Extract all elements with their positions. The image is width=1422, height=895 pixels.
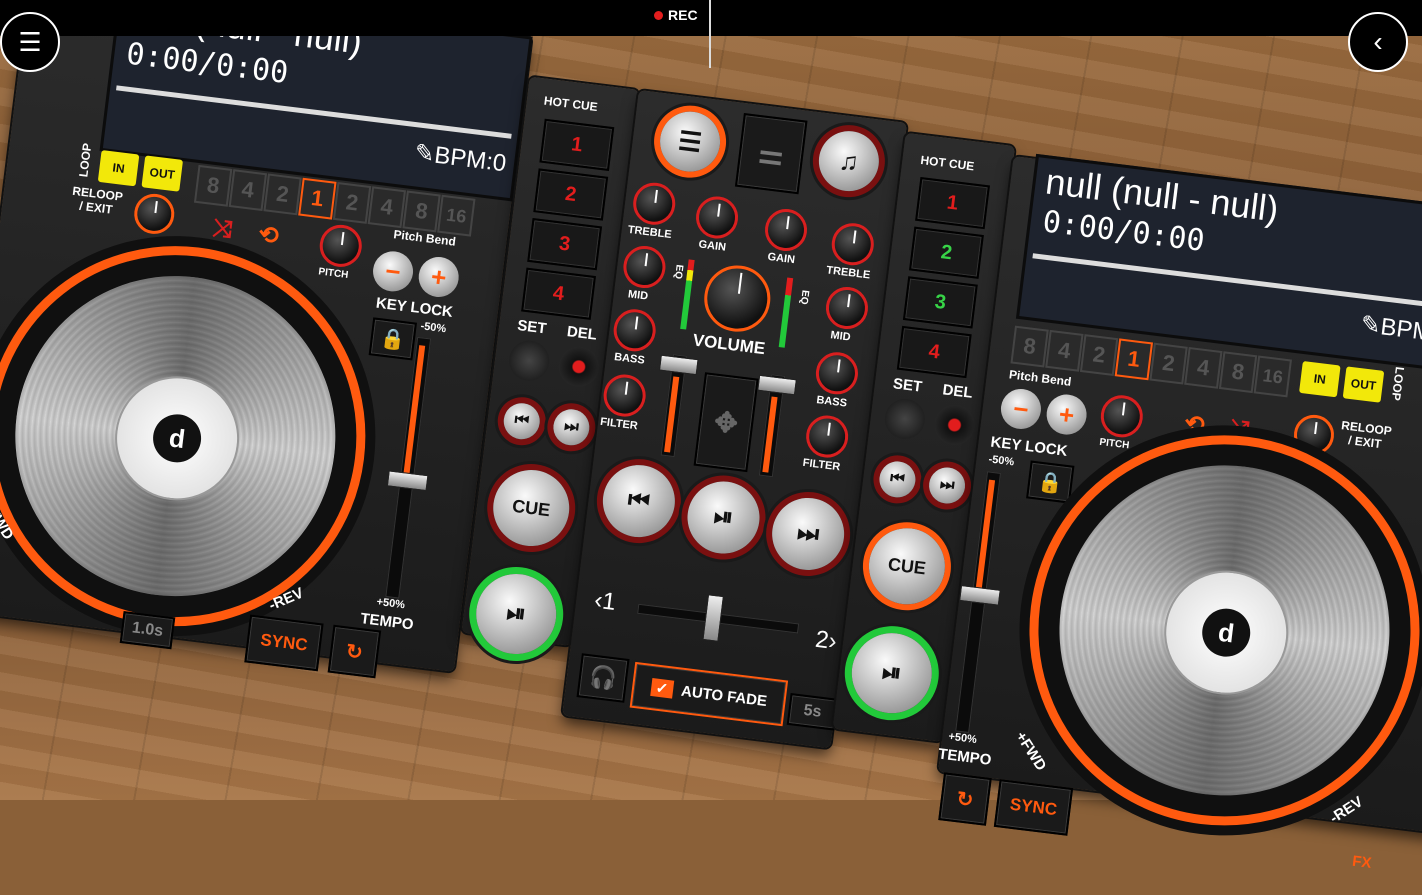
back-button[interactable]: ‹ [1348,12,1408,72]
right-bpm[interactable]: ✎BPM:0 [1359,310,1422,350]
right-hot-cue-1[interactable]: 1 [915,176,990,230]
right-set-label: SET [892,375,924,396]
right-hot-cue-2[interactable]: 2 [909,226,984,279]
left-sync-button[interactable]: SYNC [244,614,324,672]
recording-divider [709,0,711,68]
mixer-settings-button[interactable]: ⚌ [734,112,808,195]
left-time-display[interactable]: 1.0s [119,611,176,650]
app-logo-icon: d [150,411,204,466]
right-loop-size-2a[interactable]: 2 [1079,334,1119,377]
left-loop-size-2b[interactable]: 2 [332,181,372,224]
left-reloop-label: RELOOP / EXIT [71,183,124,217]
left-set-label: SET [516,317,548,338]
left-loop-out-button[interactable]: OUT [141,155,184,192]
right-loop-size-8b[interactable]: 8 [1218,351,1258,394]
right-hot-cue-4[interactable]: 4 [896,325,972,379]
record-dot-icon [654,10,663,20]
menu-button[interactable]: ☰ [0,12,60,72]
left-eq-label: EQ [672,263,685,280]
rec-indicator[interactable]: REC [654,7,698,23]
right-loop-size-8a[interactable]: 8 [1010,325,1049,368]
left-loop-size-8b[interactable]: 8 [402,190,441,233]
checkbox-icon: ✓ [649,677,675,699]
right-mid-label: MID [829,329,852,344]
right-eq-label: EQ [797,289,811,306]
left-hot-cue-3[interactable]: 3 [527,218,603,271]
auto-fade-label: AUTO FADE [680,682,768,710]
crossfader-right-label: 2› [813,625,839,656]
right-loop-size-4a[interactable]: 4 [1045,329,1084,372]
right-loop-size-16[interactable]: 16 [1253,355,1292,398]
right-sync-button[interactable]: SYNC [993,779,1074,836]
right-fx-label: FX [1351,852,1373,872]
left-tempo-reset-button[interactable]: ↻ [327,624,382,679]
left-loop-size-1[interactable]: 1 [298,177,337,220]
right-del-label: DEL [941,381,974,402]
right-loop-out-button[interactable]: OUT [1342,366,1385,403]
crossfader-left-label: ‹1 [592,586,618,616]
right-loop-in-button[interactable]: IN [1299,360,1341,398]
deck-swap-button[interactable]: ✥ [693,372,759,473]
left-hot-cue-2[interactable]: 2 [533,168,609,221]
fade-time-button[interactable]: 5s [786,693,839,731]
right-loop-size-1[interactable]: 1 [1114,338,1154,381]
hamburger-menu-icon: ☰ [18,26,42,57]
right-loop-size-4b[interactable]: 4 [1184,346,1223,389]
left-loop-size-16[interactable]: 16 [437,194,476,237]
recording-topbar [0,0,1422,36]
left-loop-size-8a[interactable]: 8 [193,164,233,207]
left-mid-label: MID [627,288,649,303]
right-progress-bar [1032,253,1422,311]
rec-label: REC [668,7,698,23]
left-loop-size-2a[interactable]: 2 [263,173,302,216]
left-bpm-value: BPM:0 [432,141,508,178]
right-reloop-label: RELOOP / EXIT [1340,418,1393,452]
left-hot-cue-4[interactable]: 4 [521,267,596,320]
left-hot-cue-1[interactable]: 1 [539,118,615,171]
app-logo-icon: d [1199,605,1253,660]
headphones-button[interactable]: 🎧 [576,653,630,703]
left-bpm[interactable]: ✎BPM:0 [413,138,508,178]
left-loop-size-4b[interactable]: 4 [367,186,407,229]
chevron-left-icon: ‹ [1373,26,1383,57]
left-repeat-icon[interactable]: ⟲ [257,220,280,251]
right-bpm-value: BPM:0 [1378,313,1422,349]
left-loop-in-button[interactable]: IN [97,149,140,187]
right-tempo-reset-button[interactable]: ↻ [938,772,992,826]
right-hot-cue-3[interactable]: 3 [902,276,978,329]
left-key-lock-button[interactable]: 🔒 [368,317,417,361]
left-progress-bar [116,85,512,139]
left-del-label: DEL [565,323,598,344]
right-loop-size-2b[interactable]: 2 [1149,342,1188,385]
left-loop-size-4a[interactable]: 4 [228,169,268,212]
